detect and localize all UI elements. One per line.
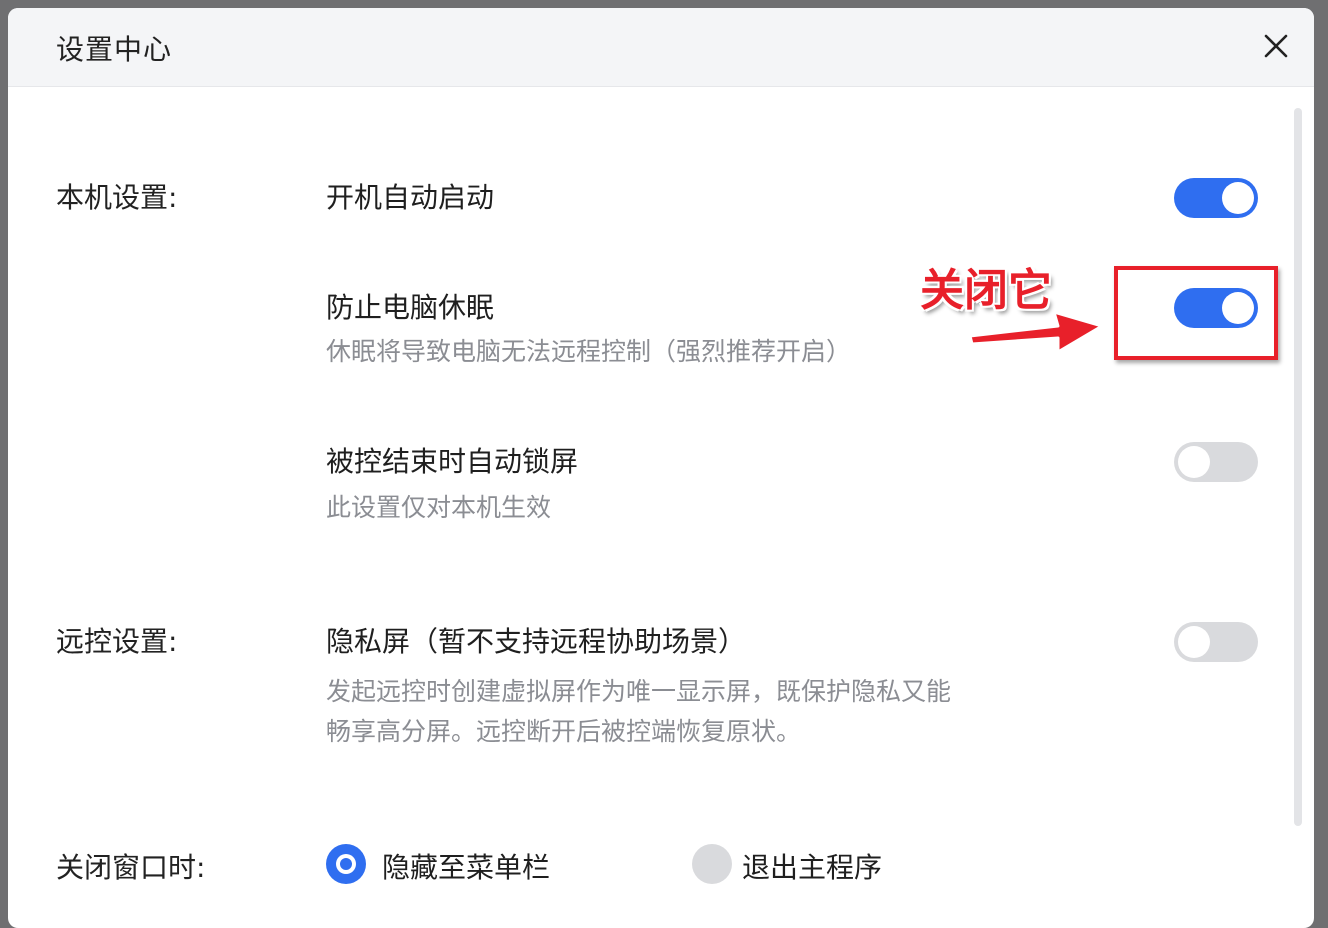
autostart-title: 开机自动启动 xyxy=(326,181,495,214)
section-label-remote: 远控设置: xyxy=(56,625,178,658)
dialog-titlebar: 设置中心 xyxy=(8,8,1314,87)
auto-lock-toggle[interactable] xyxy=(1174,442,1258,482)
annotation-text: 关闭它 xyxy=(920,265,1052,316)
privacy-screen-desc-line1: 发起远控时创建虚拟屏作为唯一显示屏，既保护隐私又能 xyxy=(326,677,952,706)
toggle-knob xyxy=(1178,446,1210,478)
radio-dot xyxy=(340,858,352,870)
privacy-screen-toggle[interactable] xyxy=(1174,622,1258,662)
section-label-close: 关闭窗口时: xyxy=(56,851,206,884)
radio-label-hide[interactable]: 隐藏至菜单栏 xyxy=(382,846,550,886)
close-button[interactable] xyxy=(1260,30,1292,62)
toggle-knob xyxy=(1222,182,1254,214)
prevent-sleep-desc: 休眠将导致电脑无法远程控制（强烈推荐开启） xyxy=(326,337,852,366)
radio-hide-to-menubar[interactable] xyxy=(326,844,366,884)
radio-label-exit[interactable]: 退出主程序 xyxy=(742,846,882,886)
radio-exit-program[interactable] xyxy=(692,844,732,884)
annotation-highlight-box xyxy=(1114,266,1278,360)
scrollbar[interactable] xyxy=(1294,108,1302,826)
auto-lock-title: 被控结束时自动锁屏 xyxy=(326,445,579,478)
privacy-screen-desc-line2: 畅享高分屏。远控断开后被控端恢复原状。 xyxy=(326,717,802,746)
autostart-toggle[interactable] xyxy=(1174,178,1258,218)
dialog-title: 设置中心 xyxy=(56,33,173,66)
toggle-knob xyxy=(1178,626,1210,658)
settings-dialog: 设置中心 本机设置: 开机自动启动 防止电脑休眠 休眠将导致电脑无法远程控制（强… xyxy=(8,8,1314,928)
prevent-sleep-title: 防止电脑休眠 xyxy=(326,291,495,324)
privacy-screen-title: 隐私屏（暂不支持远程协助场景） xyxy=(326,625,747,658)
auto-lock-desc: 此设置仅对本机生效 xyxy=(326,493,552,522)
section-label-local: 本机设置: xyxy=(56,181,178,214)
close-icon xyxy=(1264,34,1288,58)
